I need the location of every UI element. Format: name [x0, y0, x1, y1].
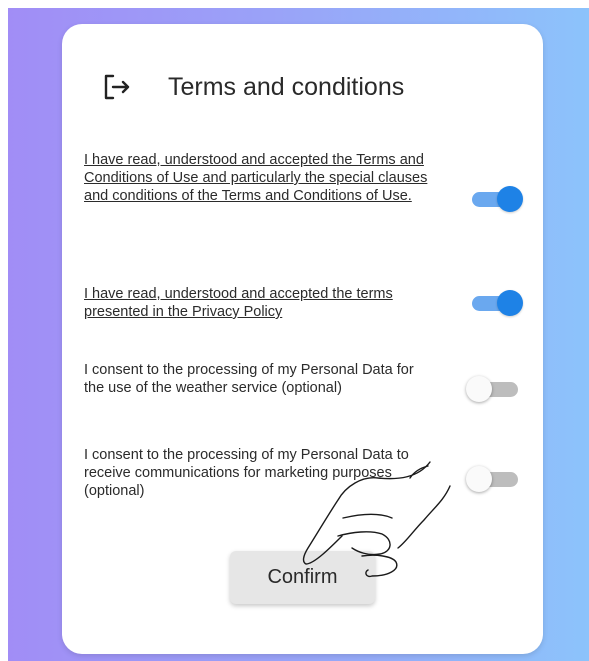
consent-row-marketing: I consent to the processing of my Person…	[84, 446, 524, 500]
terms-dialog: Terms and conditions I have read, unders…	[62, 24, 543, 654]
dialog-title: Terms and conditions	[168, 72, 405, 101]
confirm-button[interactable]: Confirm	[230, 551, 375, 604]
weather-toggle[interactable]	[466, 375, 524, 403]
privacy-policy-link[interactable]: I have read, understood and accepted the…	[84, 285, 429, 321]
weather-consent-text: I consent to the processing of my Person…	[84, 362, 414, 396]
consent-row-weather: I consent to the processing of my Person…	[84, 361, 524, 402]
terms-toggle[interactable]	[466, 185, 524, 213]
privacy-toggle[interactable]	[466, 289, 524, 317]
consent-row-privacy: I have read, understood and accepted the…	[84, 285, 524, 321]
toggle-thumb	[497, 186, 523, 212]
terms-link[interactable]: I have read, understood and accepted the…	[84, 151, 429, 205]
toggle-thumb	[466, 376, 492, 402]
marketing-toggle[interactable]	[466, 465, 524, 493]
logout-arrow-icon[interactable]	[102, 72, 132, 102]
toggle-thumb	[497, 290, 523, 316]
consent-row-terms: I have read, understood and accepted the…	[84, 151, 524, 212]
marketing-consent-text: I consent to the processing of my Person…	[84, 447, 409, 499]
dialog-header: Terms and conditions	[102, 72, 404, 102]
toggle-thumb	[466, 466, 492, 492]
